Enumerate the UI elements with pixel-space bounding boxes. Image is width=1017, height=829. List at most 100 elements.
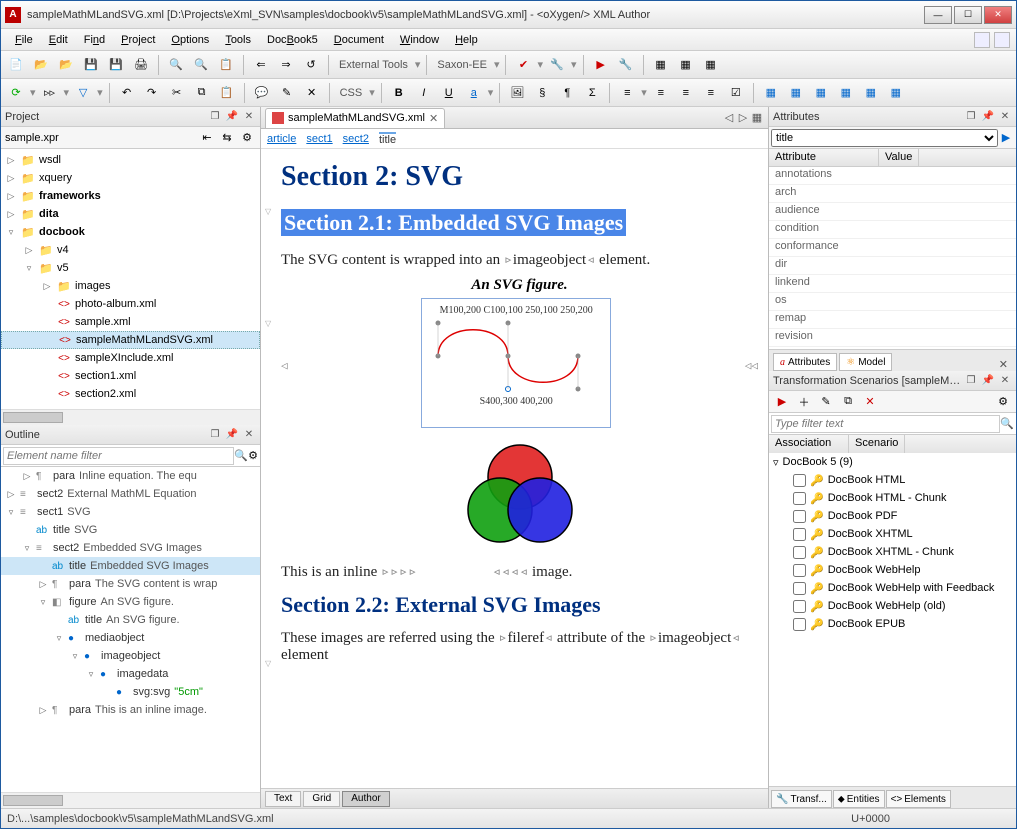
menu-docbook5[interactable]: DocBook5 [259, 32, 326, 48]
table-del-row-icon[interactable]: ▦ [835, 82, 857, 104]
scenario-item[interactable]: 🔑DocBook HTML - Chunk [769, 489, 1016, 507]
list-ul-icon[interactable]: ≡ [616, 82, 638, 104]
paste-icon[interactable]: 📋 [216, 82, 238, 104]
bold-icon[interactable]: B [388, 82, 410, 104]
perspective-icon-2[interactable] [994, 32, 1010, 48]
comment-icon[interactable]: 💬 [251, 82, 273, 104]
attribute-row[interactable]: audience [769, 203, 1016, 221]
link-editor-icon[interactable]: ⇆ [218, 129, 236, 147]
menu-edit[interactable]: Edit [41, 32, 76, 48]
engine-dropdown[interactable]: Saxon-EE [433, 59, 491, 71]
view-tab-text[interactable]: Text [265, 791, 301, 807]
scen-close-icon[interactable]: ✕ [998, 374, 1012, 388]
outline-restore-icon[interactable]: ❐ [208, 428, 222, 442]
table-del-col-icon[interactable]: ▦ [860, 82, 882, 104]
scen-delete-icon[interactable]: ✕ [861, 393, 879, 411]
list-ol-icon[interactable]: ≡ [650, 82, 672, 104]
link-icon[interactable]: a [463, 82, 485, 104]
edit-comment-icon[interactable]: ✎ [276, 82, 298, 104]
project-tree-item[interactable]: ▷📁xquery [1, 169, 260, 187]
collapse-icon[interactable]: ⇤ [198, 129, 216, 147]
last-mod-icon[interactable]: ↺ [300, 54, 322, 76]
para-icon[interactable]: ¶ [556, 82, 578, 104]
restore-icon[interactable]: ❐ [208, 110, 222, 124]
maximize-button[interactable]: ☐ [954, 6, 982, 24]
table-col-icon[interactable]: ▦ [810, 82, 832, 104]
tab-list-icon[interactable]: ▦ [750, 111, 764, 124]
document-tab[interactable]: sampleMathMLandSVG.xml ✕ [265, 108, 445, 128]
scenario-group[interactable]: ▿ DocBook 5 (9) [769, 453, 1016, 471]
attributes-table[interactable]: Attribute Value annotationsarchaudiencec… [769, 149, 1016, 349]
scen-pin-icon[interactable]: 📌 [981, 374, 995, 388]
close-button[interactable]: ✕ [984, 6, 1012, 24]
outline-close-icon[interactable]: ✕ [242, 428, 256, 442]
tool-icon-c[interactable]: ▦ [700, 54, 722, 76]
scenario-item[interactable]: 🔑DocBook EPUB [769, 615, 1016, 633]
outline-filter-input[interactable] [3, 447, 234, 465]
outline-tree[interactable]: ▷¶paraInline equation. The equ▷≡sect2Ext… [1, 467, 260, 792]
scenario-item[interactable]: 🔑DocBook HTML [769, 471, 1016, 489]
project-tree-item[interactable]: ▷📁images [1, 277, 260, 295]
config-validate-icon[interactable]: 🔧 [546, 54, 568, 76]
attr-pin-icon[interactable]: 📌 [981, 110, 995, 124]
image-icon[interactable]: 🖼 [506, 82, 528, 104]
tab-elements[interactable]: <> Elements [886, 790, 951, 808]
tab-transf[interactable]: 🔧 Transf... [771, 790, 832, 808]
outline-item[interactable]: ▿◧figureAn SVG figure. [1, 593, 260, 611]
view-tab-grid[interactable]: Grid [303, 791, 340, 807]
table-row-icon[interactable]: ▦ [785, 82, 807, 104]
outline-item[interactable]: ▿●imageobject [1, 647, 260, 665]
tool-icon-b[interactable]: ▦ [675, 54, 697, 76]
attr-restore-icon[interactable]: ❐ [964, 110, 978, 124]
scen-run-icon[interactable]: ▶ [773, 393, 791, 411]
table-join-icon[interactable]: ▦ [885, 82, 907, 104]
list-var-icon[interactable]: ≡ [700, 82, 722, 104]
refresh-icon[interactable]: ⟳ [5, 82, 27, 104]
open-url-icon[interactable]: 📂 [55, 54, 77, 76]
tab-close-icon[interactable]: ✕ [429, 112, 438, 125]
redo-icon[interactable]: ↷ [141, 82, 163, 104]
attribute-row[interactable]: condition [769, 221, 1016, 239]
config-transform-icon[interactable]: 🔧 [615, 54, 637, 76]
external-tools-dropdown[interactable]: External Tools [335, 59, 412, 71]
project-tree-item[interactable]: ▷📁wsdl [1, 151, 260, 169]
scen-copy-icon[interactable]: ⧉ [839, 393, 857, 411]
project-tree[interactable]: ▷📁wsdl▷📁xquery▷📁frameworks▷📁dita▿📁docboo… [1, 149, 260, 409]
delete-comment-icon[interactable]: ✕ [301, 82, 323, 104]
back-icon[interactable]: ⇐ [250, 54, 272, 76]
nav-next-icon[interactable]: ◁◁ [745, 359, 758, 372]
xpath-icon[interactable]: 📋 [215, 54, 237, 76]
save-icon[interactable]: 💾 [80, 54, 102, 76]
list-item-icon[interactable]: ≡ [675, 82, 697, 104]
cut-icon[interactable]: ✂ [166, 82, 188, 104]
author-editor[interactable]: Section 2: SVG ▽ Section 2.1: Embedded S… [261, 149, 768, 788]
attribute-row[interactable]: remap [769, 311, 1016, 329]
project-tree-item[interactable]: <>sampleXInclude.xml [1, 349, 260, 367]
outline-item[interactable]: ▷¶paraThis is an inline image. [1, 701, 260, 719]
tab-entities[interactable]: ⬥ Entities [833, 790, 885, 808]
menu-window[interactable]: Window [392, 32, 447, 48]
breadcrumb-sect1[interactable]: sect1 [306, 133, 332, 145]
find-replace-icon[interactable]: 🔍 [190, 54, 212, 76]
attribute-row[interactable]: annotations [769, 167, 1016, 185]
menu-help[interactable]: Help [447, 32, 486, 48]
menu-options[interactable]: Options [163, 32, 217, 48]
tab-next-icon[interactable]: ▷ [736, 111, 750, 124]
underline-icon[interactable]: U [438, 82, 460, 104]
attr-close-icon[interactable]: ✕ [998, 110, 1012, 124]
attribute-element-select[interactable]: title [771, 129, 998, 147]
math-icon[interactable]: Σ [581, 82, 603, 104]
outline-item[interactable]: ●svg:svg"5cm" [1, 683, 260, 701]
project-tree-item[interactable]: <>sampleMathMLandSVG.xml [1, 331, 260, 349]
outline-search-icon[interactable]: 🔍 [234, 449, 248, 462]
outline-item[interactable]: ▷¶paraThe SVG content is wrap [1, 575, 260, 593]
copy-icon[interactable]: ⧉ [191, 82, 213, 104]
attribute-row[interactable]: os [769, 293, 1016, 311]
section-icon[interactable]: § [531, 82, 553, 104]
profiling-icon[interactable]: ▽ [72, 82, 94, 104]
scenario-item[interactable]: 🔑DocBook XHTML [769, 525, 1016, 543]
project-tree-item[interactable]: <>sample.xml [1, 313, 260, 331]
scenario-tree[interactable]: ▿ DocBook 5 (9)🔑DocBook HTML🔑DocBook HTM… [769, 453, 1016, 786]
menu-file[interactable]: File [7, 32, 41, 48]
breadcrumb-title[interactable]: title [379, 132, 396, 146]
